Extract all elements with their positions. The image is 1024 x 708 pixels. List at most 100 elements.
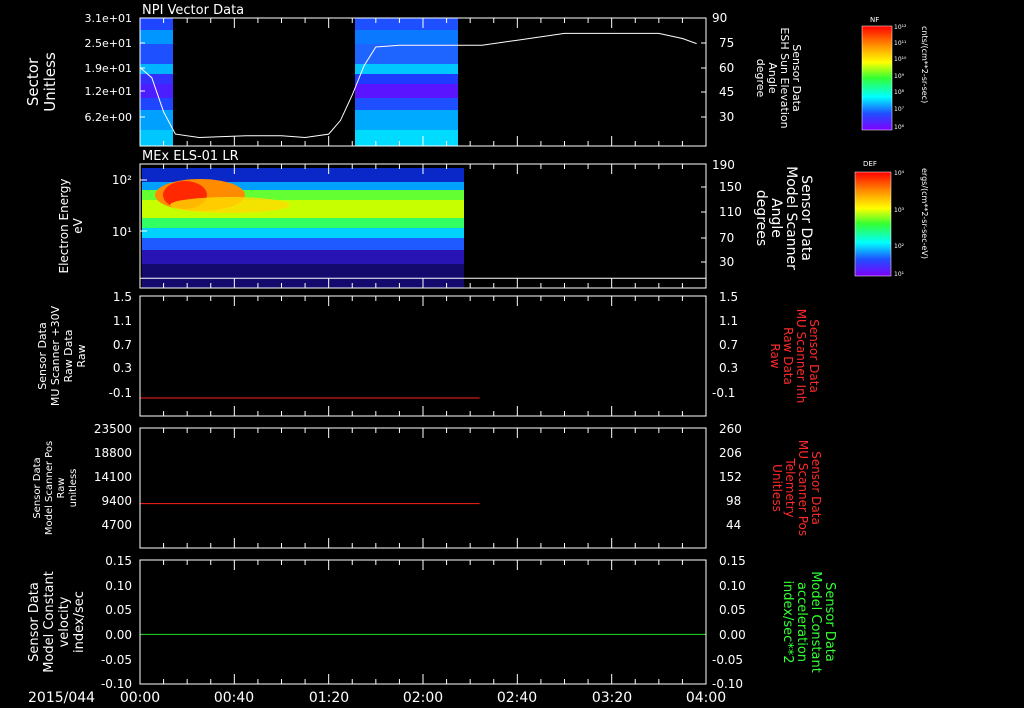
time-axis: 2015/044 00:00 00:40 01:20 02:00 02:40 0… [28, 690, 726, 706]
y-tick-label: 4700 [101, 518, 132, 532]
panel5-frame [139, 559, 707, 685]
npi-cell [355, 44, 458, 64]
panel1-title: NPI Vector Data [142, 3, 244, 18]
panel1-heatmap [140, 18, 458, 146]
panel3-yaxis: 1.5 1.1 0.7 0.3 -0.1 [109, 290, 132, 400]
y-tick-label: 6.2e+00 [85, 111, 132, 124]
y2-tick-label: 30 [719, 255, 734, 269]
y-tick-label: 0.00 [105, 628, 132, 642]
colorbar-tick: 10¹² [894, 24, 907, 31]
panel2-y2axis: 190 150 110 70 30 [701, 158, 742, 269]
panel4-ylabel: Sensor DataModel Scanner PosRawunitless [32, 441, 79, 535]
y-tick-label: 10² [112, 173, 132, 187]
colorbar-title: NF [870, 16, 879, 24]
y2-ticks [701, 17, 706, 118]
panel1-ylabel: SectorUnitless [24, 52, 59, 112]
y2-tick-label: -0.05 [712, 653, 743, 667]
y2-ticks [701, 163, 706, 263]
y-tick-label: 2.5e+01 [85, 37, 132, 50]
y-tick-label: 0.05 [105, 603, 132, 617]
time-tick-label: 01:20 [309, 690, 349, 706]
colorbar-gradient [861, 25, 893, 131]
y2-tick-label: 0.15 [719, 554, 746, 568]
y2-tick-label: -0.1 [712, 386, 735, 400]
panel-constant: 0.15 0.10 0.05 0.00 -0.05 -0.10 0.15 0.1… [27, 554, 837, 691]
npi-cell [140, 64, 173, 74]
npi-cell [355, 74, 458, 84]
panel4-y2axis: 260 206 152 98 44 [719, 422, 742, 532]
panel-els: MEx ELS-01 LR 10² 10¹ 190 150 110 70 30 … [57, 149, 814, 289]
y2-tick-label: 190 [712, 158, 735, 172]
time-tick-label: 02:00 [403, 690, 443, 706]
colorbar-tick: 10⁸ [894, 89, 905, 96]
time-tick-label: 03:20 [592, 690, 632, 706]
panel3-y2label: Sensor DataMU Scanner InhRaw DataRaw [768, 309, 821, 404]
y-tick-label: 0.10 [105, 579, 132, 593]
colorbar-title: DEF [863, 160, 877, 168]
time-tick-label: 00:40 [214, 690, 254, 706]
y2-tick-label: 75 [719, 36, 734, 50]
colorbar-tick: 10¹ [894, 271, 905, 278]
y2-tick-label: 98 [726, 494, 741, 508]
y2-tick-label: 0.05 [719, 603, 746, 617]
colorbar-tick: 10² [894, 243, 905, 250]
els-band [142, 238, 464, 252]
panel4-yaxis: 23500 18800 14100 9400 4700 [94, 422, 132, 532]
y-tick-label: 0.15 [105, 554, 132, 568]
y-tick-label: 1.2e+01 [85, 85, 132, 98]
y2-tick-label: 45 [719, 85, 734, 99]
time-tick-label: 04:00 [686, 690, 726, 706]
y-tick-label: 10¹ [112, 225, 132, 239]
npi-cell [140, 18, 173, 30]
panel3-ylabel: Sensor DataMU Scanner +30VRaw DataRaw [36, 305, 88, 406]
y-tick-label: 23500 [94, 422, 132, 436]
plot-canvas: NPI Vector Data 3.1e+01 2.5e+01 1.9e+01 … [24, 3, 929, 706]
panel2-y2label: Sensor DataModel ScannerAngledegrees [753, 166, 814, 270]
y-tick-label: 1.5 [113, 290, 132, 304]
y2-tick-label: 60 [719, 61, 734, 75]
panel4-frame [139, 427, 707, 549]
panel2-yaxis: 10² 10¹ [112, 173, 147, 239]
colorbar-unit: ergs/(cm**2-sr-sec-eV) [920, 168, 929, 259]
panel2-title: MEx ELS-01 LR [142, 149, 239, 164]
els-hotspot [170, 197, 290, 213]
y2-tick-label: 30 [719, 110, 734, 124]
y-tick-label: 9400 [101, 494, 132, 508]
colorbar-tick: 10⁴ [894, 170, 905, 177]
els-band [142, 250, 464, 264]
panel-scanner-pos: 23500 18800 14100 9400 4700 260 206 152 … [32, 422, 823, 549]
colorbar-tick: 10³ [894, 207, 905, 214]
panel1-yaxis: 3.1e+01 2.5e+01 1.9e+01 1.2e+01 6.2e+00 [85, 12, 145, 124]
time-tick-label: 00:00 [120, 690, 160, 706]
colorbar-tick: 10⁷ [894, 106, 905, 113]
npi-cell [140, 44, 173, 64]
y2-tick-label: 152 [719, 470, 742, 484]
npi-cell [355, 30, 458, 44]
panel5-y2label: Sensor DataModel Constantaccelerationind… [780, 571, 837, 673]
colorbar-gradient [854, 171, 892, 277]
panel5-y2axis: 0.15 0.10 0.05 0.00 -0.05 -0.10 [712, 554, 746, 691]
colorbar-tick: 10¹⁰ [894, 56, 907, 63]
npi-cell [355, 130, 458, 146]
npi-cell [140, 98, 173, 110]
y-tick-label: -0.1 [109, 386, 132, 400]
npi-cell [140, 130, 173, 146]
colorbar-unit: cnts/(cm**2-sr-sec) [920, 26, 929, 103]
panel2-heatmap [142, 168, 464, 288]
y2-tick-label: 1.5 [719, 290, 738, 304]
panel-mu-raw: 1.5 1.1 0.7 0.3 -0.1 1.5 1.1 0.7 0.3 -0.… [36, 290, 821, 417]
y2-tick-label: 90 [712, 11, 727, 25]
y2-tick-label: 260 [719, 422, 742, 436]
y-tick-label: 0.7 [113, 338, 132, 352]
colorbar-nf: NF 10¹² 10¹¹ 10¹⁰ 10⁹ 10⁸ 10⁷ 10⁶ cnts/(… [861, 16, 929, 131]
y2-tick-label: 0.10 [719, 579, 746, 593]
npi-cell [355, 18, 458, 30]
npi-cell [355, 110, 458, 130]
y2-tick-label: -0.10 [712, 677, 743, 691]
y2-tick-label: 44 [726, 518, 741, 532]
npi-cell [355, 84, 458, 98]
y-tick-label: 3.1e+01 [85, 12, 132, 25]
y2-tick-label: 150 [719, 180, 742, 194]
y-tick-label: 0.3 [113, 361, 132, 375]
y-tick-label: 14100 [94, 470, 132, 484]
